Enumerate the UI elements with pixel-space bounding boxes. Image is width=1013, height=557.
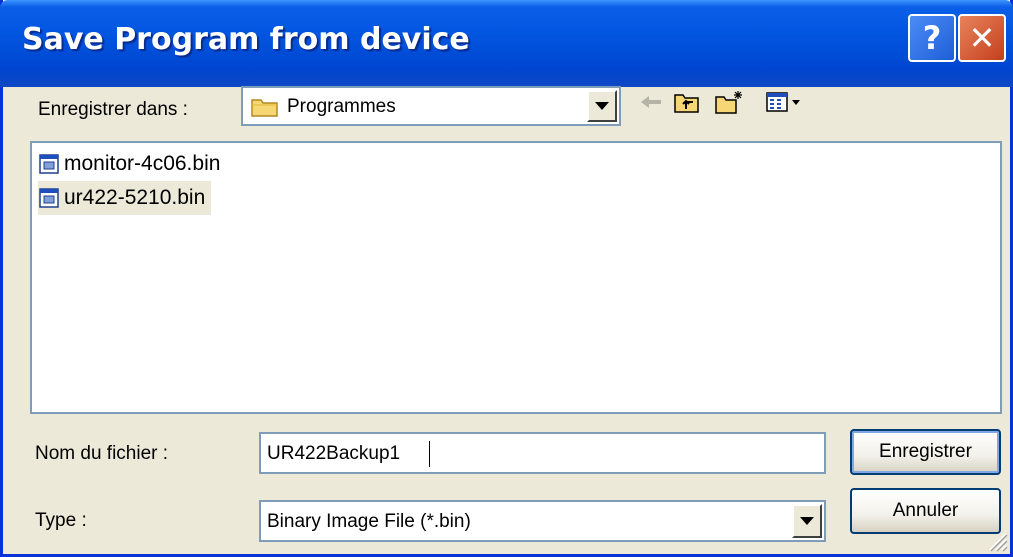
save-in-dropdown-button[interactable] — [587, 90, 617, 122]
back-arrow-icon[interactable] — [635, 88, 667, 116]
folder-icon — [251, 99, 278, 117]
binary-file-icon — [39, 154, 59, 174]
list-item[interactable]: ur422-5210.bin — [38, 181, 212, 215]
save-button[interactable]: Enregistrer — [850, 429, 1001, 475]
file-list[interactable]: monitor-4c06.bin ur422-5210.bin — [30, 141, 1002, 414]
resize-grip-icon[interactable] — [984, 528, 1008, 552]
chevron-down-icon — [595, 102, 609, 110]
chevron-down-icon — [800, 517, 814, 525]
save-in-label: Enregistrer dans : — [38, 99, 188, 120]
new-folder-icon[interactable] — [713, 88, 745, 116]
filename-label: Nom du fichier : — [35, 443, 169, 464]
text-caret — [429, 441, 430, 467]
window-title: Save Program from device — [22, 22, 470, 57]
save-in-dropdown[interactable]: Programmes — [241, 86, 621, 126]
help-button[interactable]: ? — [908, 14, 956, 62]
filetype-dropdown[interactable]: Binary Image File (*.bin) — [259, 500, 826, 542]
filetype-label: Type : — [35, 510, 87, 531]
filename-input[interactable] — [267, 442, 807, 466]
close-button[interactable]: ✕ — [958, 14, 1006, 62]
filetype-dropdown-button[interactable] — [792, 504, 822, 538]
filename-field[interactable] — [259, 432, 826, 474]
up-folder-icon[interactable] — [671, 88, 703, 116]
file-name: ur422-5210.bin — [64, 186, 206, 209]
cancel-button[interactable]: Annuler — [850, 488, 1001, 534]
title-bar[interactable]: Save Program from device ? ✕ — [0, 0, 1013, 87]
filetype-value: Binary Image File (*.bin) — [267, 511, 471, 532]
save-in-folder-name: Programmes — [287, 96, 396, 117]
view-menu-icon[interactable] — [765, 88, 805, 116]
save-dialog: Save Program from device ? ✕ Enregistrer… — [0, 0, 1013, 557]
binary-file-icon — [39, 188, 59, 208]
file-name: monitor-4c06.bin — [64, 152, 221, 175]
list-item[interactable]: monitor-4c06.bin — [38, 147, 220, 181]
